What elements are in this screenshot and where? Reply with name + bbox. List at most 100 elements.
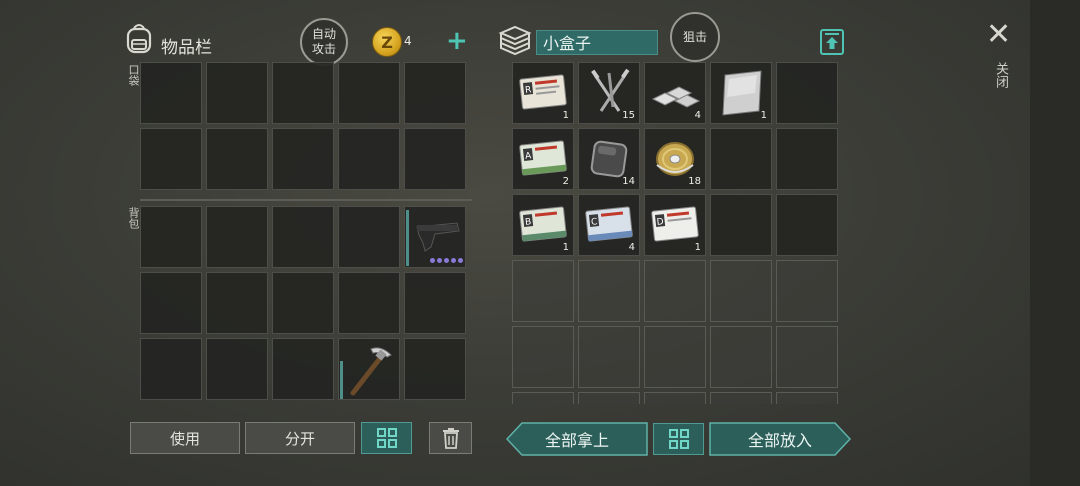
use-button[interactable]: 使用 xyxy=(130,422,240,454)
container-slot[interactable] xyxy=(578,326,640,388)
grid-icon xyxy=(376,428,397,448)
backpack-slot-pickaxe[interactable] xyxy=(338,338,400,400)
item-count: 2 xyxy=(562,176,569,187)
container-slot[interactable] xyxy=(578,260,640,322)
container-slot-wire-spool[interactable]: 18 xyxy=(644,128,706,190)
split-button[interactable]: 分开 xyxy=(245,422,355,454)
container-slot[interactable] xyxy=(512,392,574,404)
container-slot[interactable] xyxy=(710,260,772,322)
pocket-slot[interactable] xyxy=(206,128,268,190)
container-slot[interactable] xyxy=(776,62,838,124)
container-slot[interactable] xyxy=(512,260,574,322)
container-slot-army-card-d[interactable]: D 1 xyxy=(644,194,706,256)
sort-grid-button[interactable] xyxy=(361,422,412,454)
container-slot-sheet-metal[interactable]: 1 xyxy=(710,62,772,124)
backpack-slot[interactable] xyxy=(338,206,400,268)
pocket-slot[interactable] xyxy=(338,62,400,124)
item-count: 1 xyxy=(694,242,701,253)
auto-attack-button[interactable]: 自动 攻击 xyxy=(300,18,348,66)
inventory-title: 物品栏 xyxy=(161,38,212,58)
container-slot[interactable] xyxy=(776,128,838,190)
container-slot[interactable] xyxy=(512,326,574,388)
close-label: 关闭 xyxy=(993,62,1008,88)
container-slot[interactable] xyxy=(644,260,706,322)
container-slot[interactable] xyxy=(710,128,772,190)
pocket-slot[interactable] xyxy=(404,128,466,190)
pistol-durability-dots xyxy=(430,258,463,263)
item-count: 1 xyxy=(562,110,569,121)
container-slot[interactable] xyxy=(776,392,838,404)
card-letter: C xyxy=(591,217,598,228)
backpack-icon xyxy=(124,22,154,54)
container-name-field[interactable]: 小盒子 xyxy=(536,30,658,55)
item-count: 1 xyxy=(760,110,767,121)
close-icon[interactable]: ✕ xyxy=(986,20,1011,50)
container-slot[interactable] xyxy=(644,326,706,388)
backpack-slot[interactable] xyxy=(140,206,202,268)
add-coins-plus-icon[interactable]: + xyxy=(446,28,468,54)
backpack-slot[interactable] xyxy=(206,338,268,400)
card-letter: B xyxy=(525,217,532,228)
container-slot[interactable] xyxy=(776,326,838,388)
container-slot[interactable] xyxy=(710,194,772,256)
pocket-slot[interactable] xyxy=(140,128,202,190)
item-count: 18 xyxy=(688,176,701,187)
pickaxe-icon xyxy=(350,347,392,396)
upload-icon[interactable] xyxy=(818,28,846,56)
take-all-button[interactable]: 全部拿上 xyxy=(505,422,648,456)
backpack-slot[interactable] xyxy=(140,338,202,400)
coin-count: 4 xyxy=(404,34,412,48)
delete-button[interactable] xyxy=(429,422,472,454)
auto-attack-label-line2: 攻击 xyxy=(311,42,336,56)
backpack-slot[interactable] xyxy=(404,338,466,400)
container-slot[interactable] xyxy=(710,326,772,388)
card-letter: D xyxy=(656,217,664,228)
item-count: 4 xyxy=(628,242,635,253)
snipe-button[interactable]: 狙击 xyxy=(670,12,720,62)
backpack-slot[interactable] xyxy=(206,272,268,334)
take-all-label: 全部拿上 xyxy=(544,431,609,450)
pocket-slot[interactable] xyxy=(272,128,334,190)
pocket-slot[interactable] xyxy=(140,62,202,124)
pocket-slot[interactable] xyxy=(404,62,466,124)
container-slot-army-card-a[interactable]: A 2 xyxy=(512,128,574,190)
pocket-slot[interactable] xyxy=(338,128,400,190)
container-sort-grid-button[interactable] xyxy=(653,423,704,455)
container-slot[interactable] xyxy=(776,194,838,256)
container-slot-army-card-r[interactable]: R 1 xyxy=(512,62,574,124)
snipe-label: 狙击 xyxy=(682,29,707,44)
backpack-slot-pistol[interactable] xyxy=(404,206,466,268)
pocket-label: 口袋 xyxy=(127,64,140,86)
container-slot-nails[interactable]: 15 xyxy=(578,62,640,124)
box-stack-icon xyxy=(497,24,533,56)
container-slot-metal-ingots[interactable]: 4 xyxy=(644,62,706,124)
container-slot-iron-plate[interactable]: 14 xyxy=(578,128,640,190)
backpack-slot[interactable] xyxy=(404,272,466,334)
backpack-label: 背包 xyxy=(127,207,140,229)
container-slot[interactable] xyxy=(776,260,838,322)
backpack-slot[interactable] xyxy=(272,338,334,400)
backpack-slot[interactable] xyxy=(338,272,400,334)
backpack-slot[interactable] xyxy=(206,206,268,268)
item-count: 15 xyxy=(622,110,635,121)
grid-icon xyxy=(668,429,689,449)
backpack-slot[interactable] xyxy=(272,206,334,268)
put-all-button[interactable]: 全部放入 xyxy=(709,422,852,456)
card-letter: R xyxy=(525,85,532,96)
item-count: 1 xyxy=(562,242,569,253)
trash-icon xyxy=(442,428,459,449)
backpack-slot[interactable] xyxy=(272,272,334,334)
container-slot-army-card-c[interactable]: C 4 xyxy=(578,194,640,256)
container-slot[interactable] xyxy=(644,392,706,404)
container-slot-army-card-b[interactable]: B 1 xyxy=(512,194,574,256)
auto-attack-label-line1: 自动 xyxy=(311,27,336,41)
item-count: 4 xyxy=(694,110,701,121)
backpack-grid xyxy=(140,206,468,402)
pocket-slot[interactable] xyxy=(206,62,268,124)
pocket-slot[interactable] xyxy=(272,62,334,124)
section-divider xyxy=(140,199,472,201)
backpack-slot[interactable] xyxy=(140,272,202,334)
pocket-grid xyxy=(140,62,468,192)
container-slot[interactable] xyxy=(578,392,640,404)
container-slot[interactable] xyxy=(710,392,772,404)
